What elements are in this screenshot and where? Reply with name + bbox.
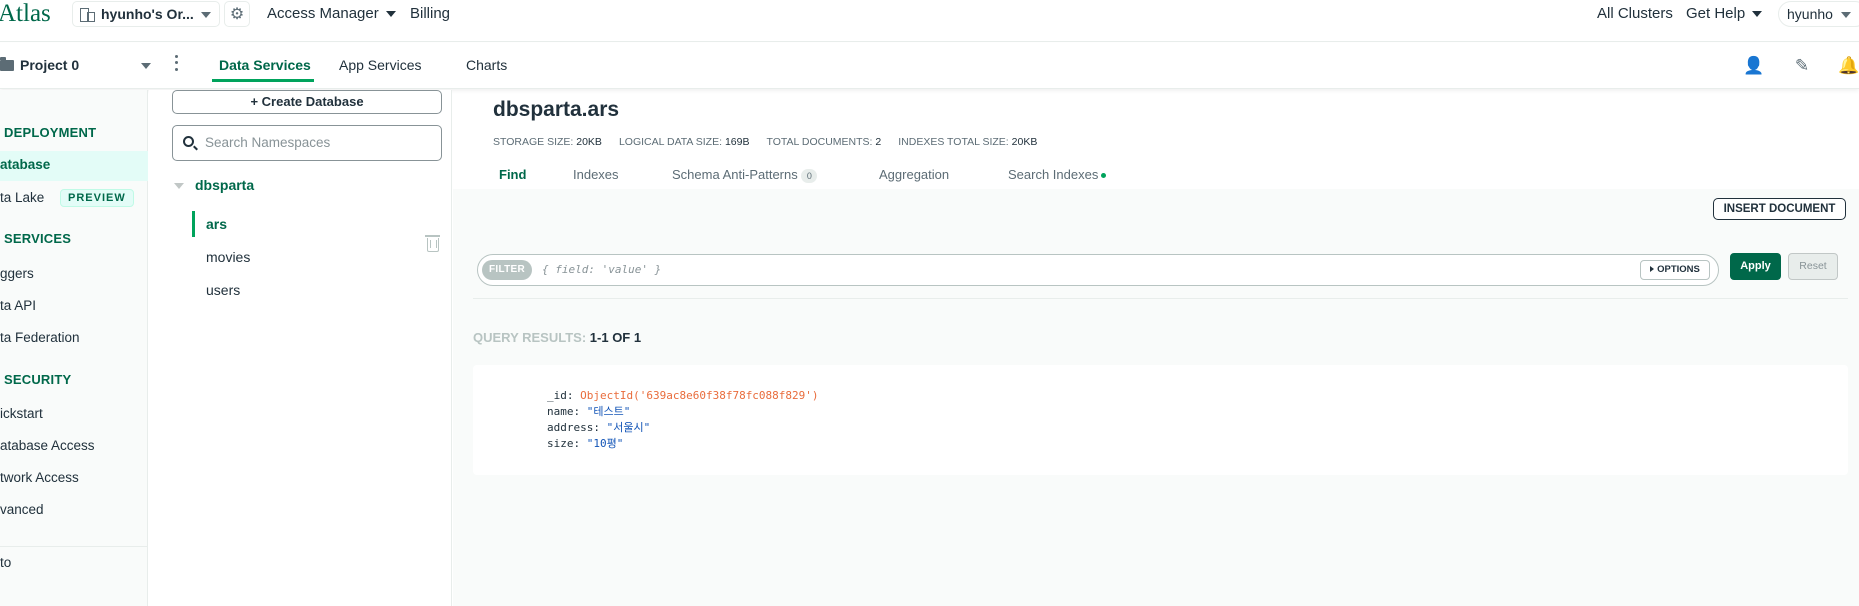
project-bar: Project 0 Data Services App Services Cha…	[0, 43, 1859, 89]
filter-query-bar[interactable]: FILTER { field: 'value' } OPTIONS	[477, 254, 1719, 286]
namespace-panel: + Create Database Search Namespaces dbsp…	[149, 90, 452, 606]
document-field-address: address: "서울시"	[547, 421, 651, 434]
nav-item-data-federation[interactable]: ta Federation	[0, 330, 80, 345]
tab-indexes[interactable]: Indexes	[573, 167, 619, 182]
top-bar: Atlas hyunho's Or... ⚙ Access Manager Bi…	[0, 0, 1859, 42]
tab-schema-anti-patterns[interactable]: Schema Anti-Patterns 0	[672, 167, 818, 183]
document-card[interactable]: _id: ObjectId('639ac8e60f38f78fc088f829'…	[473, 365, 1848, 475]
tab-find[interactable]: Find	[499, 167, 526, 182]
organization-selector[interactable]: hyunho's Or...	[72, 1, 220, 27]
collection-item-movies[interactable]: movies	[206, 249, 250, 265]
status-dot-icon	[1101, 173, 1107, 179]
apply-button[interactable]: Apply	[1730, 253, 1781, 280]
query-results-label: QUERY RESULTS: 1-1 OF 1	[473, 330, 641, 345]
options-label: OPTIONS	[1657, 264, 1700, 275]
active-collection-indicator	[192, 211, 195, 237]
organization-settings-button[interactable]: ⚙	[224, 1, 250, 27]
schema-count-badge: 0	[801, 168, 818, 183]
project-name: Project 0	[20, 57, 80, 73]
options-button[interactable]: OPTIONS	[1640, 260, 1710, 280]
nav-heading-security: SECURITY	[4, 372, 72, 387]
total-documents-stat: TOTAL DOCUMENTS: 2	[766, 136, 882, 148]
folder-icon	[0, 56, 14, 71]
activity-feed-icon[interactable]: ✎	[1791, 55, 1813, 77]
building-icon	[79, 7, 95, 22]
filter-input[interactable]: { field: 'value' }	[542, 263, 661, 276]
nav-item-data-api[interactable]: ta API	[0, 298, 36, 313]
notifications-bell-icon[interactable]: 🔔	[1838, 55, 1859, 77]
search-icon	[183, 136, 194, 147]
logical-size-stat: LOGICAL DATA SIZE: 169B	[618, 136, 750, 148]
tab-search-indexes[interactable]: Search Indexes	[1008, 167, 1107, 182]
atlas-logo[interactable]: Atlas	[0, 0, 51, 28]
divider	[473, 298, 1848, 299]
chevron-down-icon	[385, 11, 396, 18]
query-results-count: 1-1 OF 1	[589, 330, 642, 345]
billing-link[interactable]: Billing	[410, 4, 450, 24]
search-indexes-label: Search Indexes	[1008, 167, 1099, 182]
chevron-down-icon	[1752, 11, 1763, 18]
search-namespaces-input[interactable]: Search Namespaces	[172, 125, 442, 161]
insert-document-button[interactable]: INSERT DOCUMENT	[1713, 198, 1846, 220]
nav-item-goto[interactable]: to	[0, 555, 11, 570]
nav-item-database[interactable]: atabase	[0, 157, 50, 172]
collection-main: dbsparta.ars STORAGE SIZE: 20KB LOGICAL …	[453, 90, 1859, 606]
document-field-id: _id: ObjectId('639ac8e60f38f78fc088f829'…	[547, 389, 819, 402]
chevron-down-icon[interactable]	[174, 183, 184, 189]
user-menu[interactable]: hyunho	[1778, 1, 1859, 27]
filter-label: FILTER	[482, 260, 533, 280]
tab-app-services[interactable]: App Services	[339, 57, 421, 73]
nav-item-quickstart[interactable]: ickstart	[0, 406, 43, 421]
nav-item-data-lake[interactable]: ta Lake	[0, 190, 44, 205]
caret-right-icon	[1650, 266, 1655, 273]
get-help-label: Get Help	[1686, 5, 1746, 22]
search-placeholder: Search Namespaces	[205, 135, 331, 150]
organization-name: hyunho's Or...	[101, 6, 194, 22]
more-options-icon[interactable]	[172, 53, 180, 73]
trash-icon[interactable]	[425, 235, 440, 252]
all-clusters-link[interactable]: All Clusters	[1597, 4, 1673, 24]
nav-item-triggers[interactable]: ggers	[0, 266, 34, 281]
tab-data-services[interactable]: Data Services	[219, 57, 311, 73]
nav-heading-services: SERVICES	[4, 231, 72, 246]
user-name: hyunho	[1787, 6, 1833, 22]
collection-item-ars[interactable]: ars	[206, 216, 227, 232]
nav-item-database-access[interactable]: atabase Access	[0, 438, 95, 453]
document-field-name: name: "테스트"	[547, 405, 631, 418]
document-field-size: size: "10평"	[547, 437, 624, 450]
tab-charts[interactable]: Charts	[466, 57, 507, 73]
chevron-down-icon	[201, 12, 211, 18]
left-navigation: DEPLOYMENT atabase ta Lake PREVIEW SERVI…	[0, 90, 148, 606]
document-fields: _id: ObjectId('639ac8e60f38f78fc088f829'…	[547, 388, 819, 452]
chevron-down-icon	[1840, 12, 1851, 19]
project-selector[interactable]: Project 0	[0, 56, 80, 73]
indexes-size-stat: INDEXES TOTAL SIZE: 20KB	[898, 136, 1038, 148]
access-manager-menu[interactable]: Access Manager	[267, 4, 396, 24]
collection-title: dbsparta.ars	[493, 98, 620, 121]
nav-item-advanced[interactable]: vanced	[0, 502, 44, 517]
active-tab-indicator	[212, 79, 314, 82]
gear-icon: ⚙	[229, 6, 245, 23]
nav-item-network-access[interactable]: twork Access	[0, 470, 79, 485]
invite-user-icon[interactable]: 👤	[1743, 55, 1765, 77]
nav-divider	[0, 546, 148, 547]
storage-size-stat: STORAGE SIZE: 20KB	[493, 136, 602, 148]
reset-button[interactable]: Reset	[1788, 253, 1838, 280]
get-help-menu[interactable]: Get Help	[1686, 4, 1763, 24]
tab-aggregation[interactable]: Aggregation	[879, 167, 949, 182]
collection-stats: STORAGE SIZE: 20KB LOGICAL DATA SIZE: 16…	[493, 136, 1054, 148]
preview-badge: PREVIEW	[60, 189, 134, 207]
chevron-down-icon[interactable]	[141, 63, 151, 69]
schema-tab-label: Schema Anti-Patterns	[672, 167, 798, 182]
create-database-button[interactable]: + Create Database	[172, 90, 442, 114]
query-results-title: QUERY RESULTS:	[473, 330, 587, 345]
database-item-dbsparta[interactable]: dbsparta	[195, 177, 254, 193]
collection-item-users[interactable]: users	[206, 282, 240, 298]
nav-heading-deployment: DEPLOYMENT	[4, 125, 97, 140]
access-manager-label: Access Manager	[267, 5, 379, 22]
